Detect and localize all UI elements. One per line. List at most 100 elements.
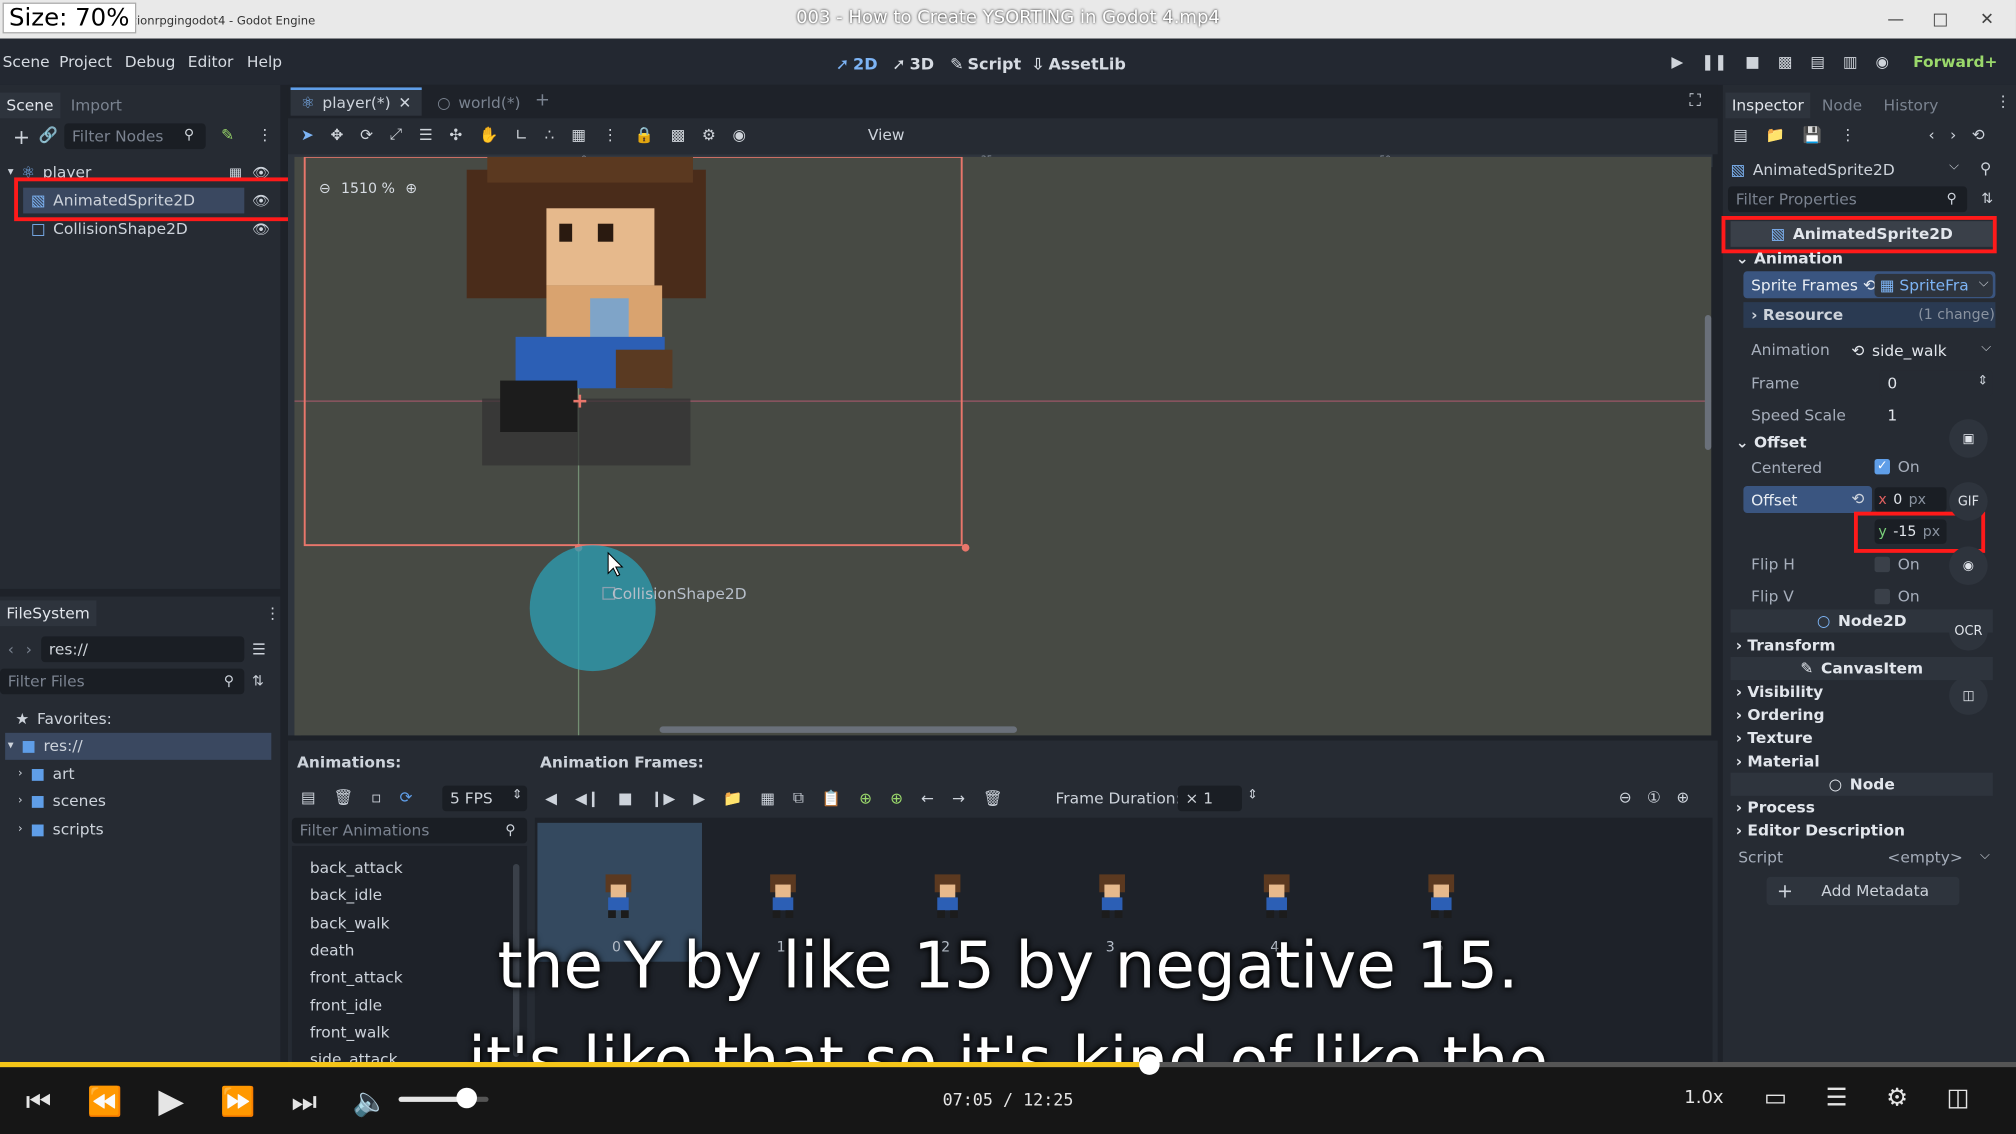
tab-filesystem[interactable]: FileSystem <box>0 600 97 627</box>
move-tool-icon[interactable]: ✥ <box>331 125 344 143</box>
forward-icon[interactable]: › <box>26 640 32 658</box>
more-icon[interactable]: ⋮ <box>257 126 272 144</box>
mode-assetlib-button[interactable]: ⇩ AssetLib <box>1031 54 1126 73</box>
vertical-scrollbar[interactable] <box>1704 314 1712 450</box>
delete-animation-icon[interactable]: 🗑 <box>333 788 353 806</box>
record-button[interactable]: ◉ <box>1949 546 1988 585</box>
scale-tool-icon[interactable]: ⤢ <box>390 125 402 144</box>
filter-animations-input[interactable]: Filter Animations <box>291 817 528 844</box>
tab-world[interactable]: ○ world(*) <box>429 90 528 116</box>
animation-select[interactable]: ⟲ side_walk <box>1851 338 1995 364</box>
renderer-select[interactable]: Forward+ <box>1913 53 1997 71</box>
remote-debug-icon[interactable]: ▩ <box>1778 53 1793 71</box>
zoom-in-icon[interactable]: ⊕ <box>1676 788 1689 806</box>
filter-files-input[interactable]: Filter Files <box>0 668 245 695</box>
flip-h-checkbox[interactable]: On <box>1874 555 1920 573</box>
visibility-icon[interactable]: 👁 <box>252 221 270 238</box>
pause-icon[interactable]: ❚❚ <box>1701 53 1727 71</box>
new-animation-icon[interactable]: ▤ <box>301 788 316 806</box>
split-view-icon[interactable]: ☰ <box>252 640 266 658</box>
horizontal-scrollbar[interactable] <box>659 726 1017 733</box>
play-animation-icon[interactable]: ▶ <box>693 789 705 807</box>
save-resource-icon[interactable]: 💾 <box>1803 126 1822 144</box>
previous-icon[interactable]: ‹ <box>1929 126 1935 144</box>
mode-script-button[interactable]: ✎ Script <box>950 54 1021 73</box>
zoom-in-icon[interactable]: ⊕ <box>405 180 417 197</box>
more-icon[interactable]: ⋮ <box>1995 93 2010 111</box>
script-value[interactable]: <empty> <box>1887 849 1962 867</box>
play-scene-icon[interactable]: ▤ <box>1810 53 1825 71</box>
section-material[interactable]: › Material <box>1736 752 1820 770</box>
zoom-out-icon[interactable]: ⊖ <box>319 180 331 197</box>
object-history-icon[interactable]: ⟲ <box>1972 126 1985 144</box>
section-process[interactable]: › Process <box>1736 798 1815 816</box>
settings-icon[interactable]: ⚙ <box>1886 1084 1908 1112</box>
smart-snap-icon[interactable]: ∴ <box>545 125 555 143</box>
spin-arrows-icon[interactable]: ⇕ <box>1247 788 1258 802</box>
chevron-down-icon[interactable]: ⌵ <box>1980 849 1990 863</box>
ocr-button[interactable]: OCR <box>1949 611 1988 651</box>
stop-icon[interactable]: ■ <box>1745 53 1760 71</box>
speed-scale-value[interactable]: 1 <box>1887 406 1897 424</box>
playlist-icon[interactable]: ☰ <box>1826 1084 1848 1112</box>
camera-icon[interactable]: ◉ <box>732 125 745 143</box>
folder-scenes[interactable]: › ■ scenes <box>18 792 106 810</box>
centered-checkbox[interactable]: ✓ On <box>1874 458 1920 476</box>
add-metadata-button[interactable]: + Add Metadata <box>1766 876 1960 906</box>
frame-spinbox[interactable]: 0 <box>1879 370 1993 396</box>
spin-arrows-icon[interactable]: ⇕ <box>1977 374 1988 388</box>
picture-in-picture-icon[interactable]: ◫ <box>1947 1084 1970 1112</box>
folder-res[interactable]: ▾ ■ res:// <box>8 737 83 755</box>
stop-animation-icon[interactable]: ■ <box>618 789 633 807</box>
section-editor-description[interactable]: › Editor Description <box>1736 822 1905 840</box>
zoom-level[interactable]: 1510 % <box>341 180 395 197</box>
rotate-tool-icon[interactable]: ⟳ <box>360 125 373 143</box>
sprite-frames-resource[interactable]: ▦ SpriteFra <box>1874 273 1993 297</box>
menu-editor[interactable]: Editor <box>188 53 234 71</box>
group-icon[interactable]: ▩ <box>671 125 686 143</box>
docs-icon[interactable]: ⚲ <box>1980 159 1991 177</box>
tab-history[interactable]: History <box>1877 93 1945 119</box>
section-texture[interactable]: › Texture <box>1736 729 1813 747</box>
menu-help[interactable]: Help <box>247 53 282 71</box>
progress-handle[interactable] <box>1138 1054 1160 1075</box>
open-resource-icon[interactable]: 📁 <box>1766 126 1785 144</box>
next-icon[interactable]: › <box>1950 126 1956 144</box>
chevron-down-icon[interactable]: ⌵ <box>1979 276 1989 290</box>
revert-icon[interactable]: ⟲ <box>1851 490 1864 508</box>
tab-scene[interactable]: Scene <box>0 92 60 119</box>
menu-project[interactable]: Project <box>59 53 112 71</box>
spin-arrows-icon[interactable]: ⇕ <box>512 788 523 802</box>
section-transform[interactable]: › Transform <box>1736 636 1836 654</box>
pan-tool-icon[interactable]: ✋ <box>479 125 498 143</box>
lock-icon[interactable]: 🔒 <box>635 125 654 143</box>
path-field[interactable]: res:// <box>41 636 245 663</box>
layout-button[interactable]: ◫ <box>1949 676 1988 715</box>
pivot-tool-icon[interactable]: ✣ <box>449 125 462 143</box>
offset-x-field[interactable]: x 0 px <box>1874 487 1947 512</box>
sort-icon[interactable]: ⇅ <box>1981 190 1993 207</box>
paste-frame-icon[interactable]: 📋 <box>822 789 841 807</box>
sort-icon[interactable]: ⇅ <box>252 672 264 689</box>
flip-v-checkbox[interactable]: On <box>1874 588 1920 606</box>
play-icon[interactable]: ▶ <box>1671 53 1683 71</box>
menu-scene[interactable]: Scene <box>3 53 50 71</box>
grid-snap-icon[interactable]: ▦ <box>571 125 586 143</box>
minimize-icon[interactable]: — <box>1887 10 1904 29</box>
favorites-item[interactable]: ★ Favorites: <box>15 710 111 728</box>
new-resource-icon[interactable]: ▤ <box>1733 126 1748 144</box>
cast-icon[interactable]: ▭ <box>1764 1084 1787 1112</box>
close-tab-icon[interactable]: ✕ <box>398 94 411 112</box>
more-icon[interactable]: ⋮ <box>265 604 280 622</box>
insert-after-icon[interactable]: ⊕ <box>890 789 903 807</box>
object-selector[interactable]: ▧ AnimatedSprite2D <box>1731 157 1970 183</box>
mode-3d-button[interactable]: ➚ 3D <box>892 54 934 73</box>
tab-inspector[interactable]: Inspector <box>1725 92 1811 119</box>
menu-debug[interactable]: Debug <box>125 53 176 71</box>
fullscreen-icon[interactable]: ⛶ <box>1689 91 1701 110</box>
tab-node[interactable]: Node <box>1815 93 1868 119</box>
link-icon[interactable]: 🔗 <box>39 126 58 144</box>
animation-item[interactable]: back_attack <box>310 859 403 877</box>
tab-import[interactable]: Import <box>64 93 128 119</box>
zoom-out-icon[interactable]: ⊖ <box>1619 788 1632 806</box>
